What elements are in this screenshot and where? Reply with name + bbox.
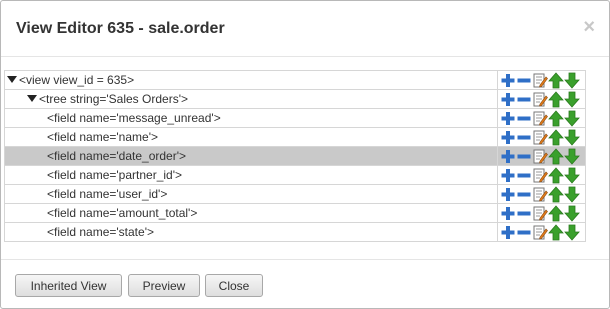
move-up-icon[interactable] [548,90,564,108]
collapse-triangle-icon[interactable] [27,95,37,103]
remove-icon[interactable] [516,148,532,165]
tree-node-label: <field name='partner_id'> [47,168,183,182]
preview-button[interactable]: Preview [128,274,200,297]
tree-row[interactable]: <field name='message_unread'> [4,108,586,128]
tree-row-actions [497,146,586,166]
tree-row-label-cell: <field name='name'> [4,127,498,147]
inherited-view-button[interactable]: Inherited View [15,274,122,297]
tree-node-label: <field name='user_id'> [47,187,168,201]
collapse-triangle-icon[interactable] [7,76,17,84]
remove-icon[interactable] [516,110,532,127]
tree-row[interactable]: <field name='state'> [4,222,586,242]
move-down-icon[interactable] [564,205,580,222]
tree-node-label: <field name='state'> [47,225,154,239]
tree-row[interactable]: <field name='user_id'> [4,184,586,204]
tree-row-label-cell: <field name='state'> [4,222,498,242]
remove-icon[interactable] [516,205,532,222]
move-up-icon[interactable] [548,71,564,89]
tree-node-label: <field name='message_unread'> [47,111,221,125]
tree-node-label: <field name='amount_total'> [47,206,198,220]
move-up-icon[interactable] [548,128,564,146]
tree-row-actions [497,203,586,223]
tree-node-label: <tree string='Sales Orders'> [39,92,188,106]
move-up-icon[interactable] [548,185,564,203]
add-icon[interactable] [500,72,516,89]
move-down-icon[interactable] [564,186,580,203]
remove-icon[interactable] [516,91,532,108]
add-icon[interactable] [500,129,516,146]
tree-row-label-cell: <field name='partner_id'> [4,165,498,185]
dialog-footer: Inherited View Preview Close [1,259,609,308]
move-down-icon[interactable] [564,72,580,89]
add-icon[interactable] [500,148,516,165]
view-tree: <view view_id = 635> <tree string='Sales … [4,70,586,242]
tree-row[interactable]: <tree string='Sales Orders'> [4,89,586,109]
edit-icon[interactable] [532,91,548,108]
tree-row[interactable]: <field name='amount_total'> [4,203,586,223]
move-down-icon[interactable] [564,224,580,241]
tree-row-actions [497,70,586,90]
close-icon[interactable]: × [583,17,595,37]
close-button[interactable]: Close [205,274,263,297]
tree-row[interactable]: <view view_id = 635> [4,70,586,90]
remove-icon[interactable] [516,186,532,203]
remove-icon[interactable] [516,224,532,241]
tree-row-label-cell: <field name='amount_total'> [4,203,498,223]
edit-icon[interactable] [532,148,548,165]
edit-icon[interactable] [532,72,548,89]
edit-icon[interactable] [532,205,548,222]
add-icon[interactable] [500,224,516,241]
move-up-icon[interactable] [548,109,564,127]
tree-row[interactable]: <field name='name'> [4,127,586,147]
add-icon[interactable] [500,91,516,108]
add-icon[interactable] [500,205,516,222]
move-down-icon[interactable] [564,91,580,108]
tree-row-actions [497,165,586,185]
view-tree-table: <view view_id = 635> <tree string='Sales … [4,70,586,242]
tree-row-actions [497,184,586,204]
add-icon[interactable] [500,186,516,203]
edit-icon[interactable] [532,167,548,184]
tree-row-actions [497,127,586,147]
tree-row-actions [497,222,586,242]
dialog-title: View Editor 635 - sale.order [16,20,225,37]
move-up-icon[interactable] [548,166,564,184]
move-up-icon[interactable] [548,204,564,222]
add-icon[interactable] [500,167,516,184]
dialog-header: View Editor 635 - sale.order × [1,1,609,57]
edit-icon[interactable] [532,110,548,127]
tree-node-label: <field name='date_order'> [47,149,187,163]
tree-row-label-cell: <field name='user_id'> [4,184,498,204]
view-editor-dialog: View Editor 635 - sale.order × <view vie… [0,0,610,309]
tree-row[interactable]: <field name='date_order'> [4,146,586,166]
tree-node-label: <view view_id = 635> [19,73,135,87]
move-down-icon[interactable] [564,148,580,165]
move-up-icon[interactable] [548,147,564,165]
remove-icon[interactable] [516,129,532,146]
add-icon[interactable] [500,110,516,127]
tree-row-label-cell: <field name='message_unread'> [4,108,498,128]
remove-icon[interactable] [516,167,532,184]
tree-row-label-cell: <view view_id = 635> [4,70,498,90]
tree-row-label-cell: <field name='date_order'> [4,146,498,166]
move-down-icon[interactable] [564,167,580,184]
move-down-icon[interactable] [564,129,580,146]
tree-row-actions [497,108,586,128]
edit-icon[interactable] [532,129,548,146]
tree-node-label: <field name='name'> [47,130,158,144]
tree-row-label-cell: <tree string='Sales Orders'> [4,89,498,109]
edit-icon[interactable] [532,186,548,203]
move-down-icon[interactable] [564,110,580,127]
tree-row[interactable]: <field name='partner_id'> [4,165,586,185]
move-up-icon[interactable] [548,223,564,241]
edit-icon[interactable] [532,224,548,241]
tree-row-actions [497,89,586,109]
remove-icon[interactable] [516,72,532,89]
